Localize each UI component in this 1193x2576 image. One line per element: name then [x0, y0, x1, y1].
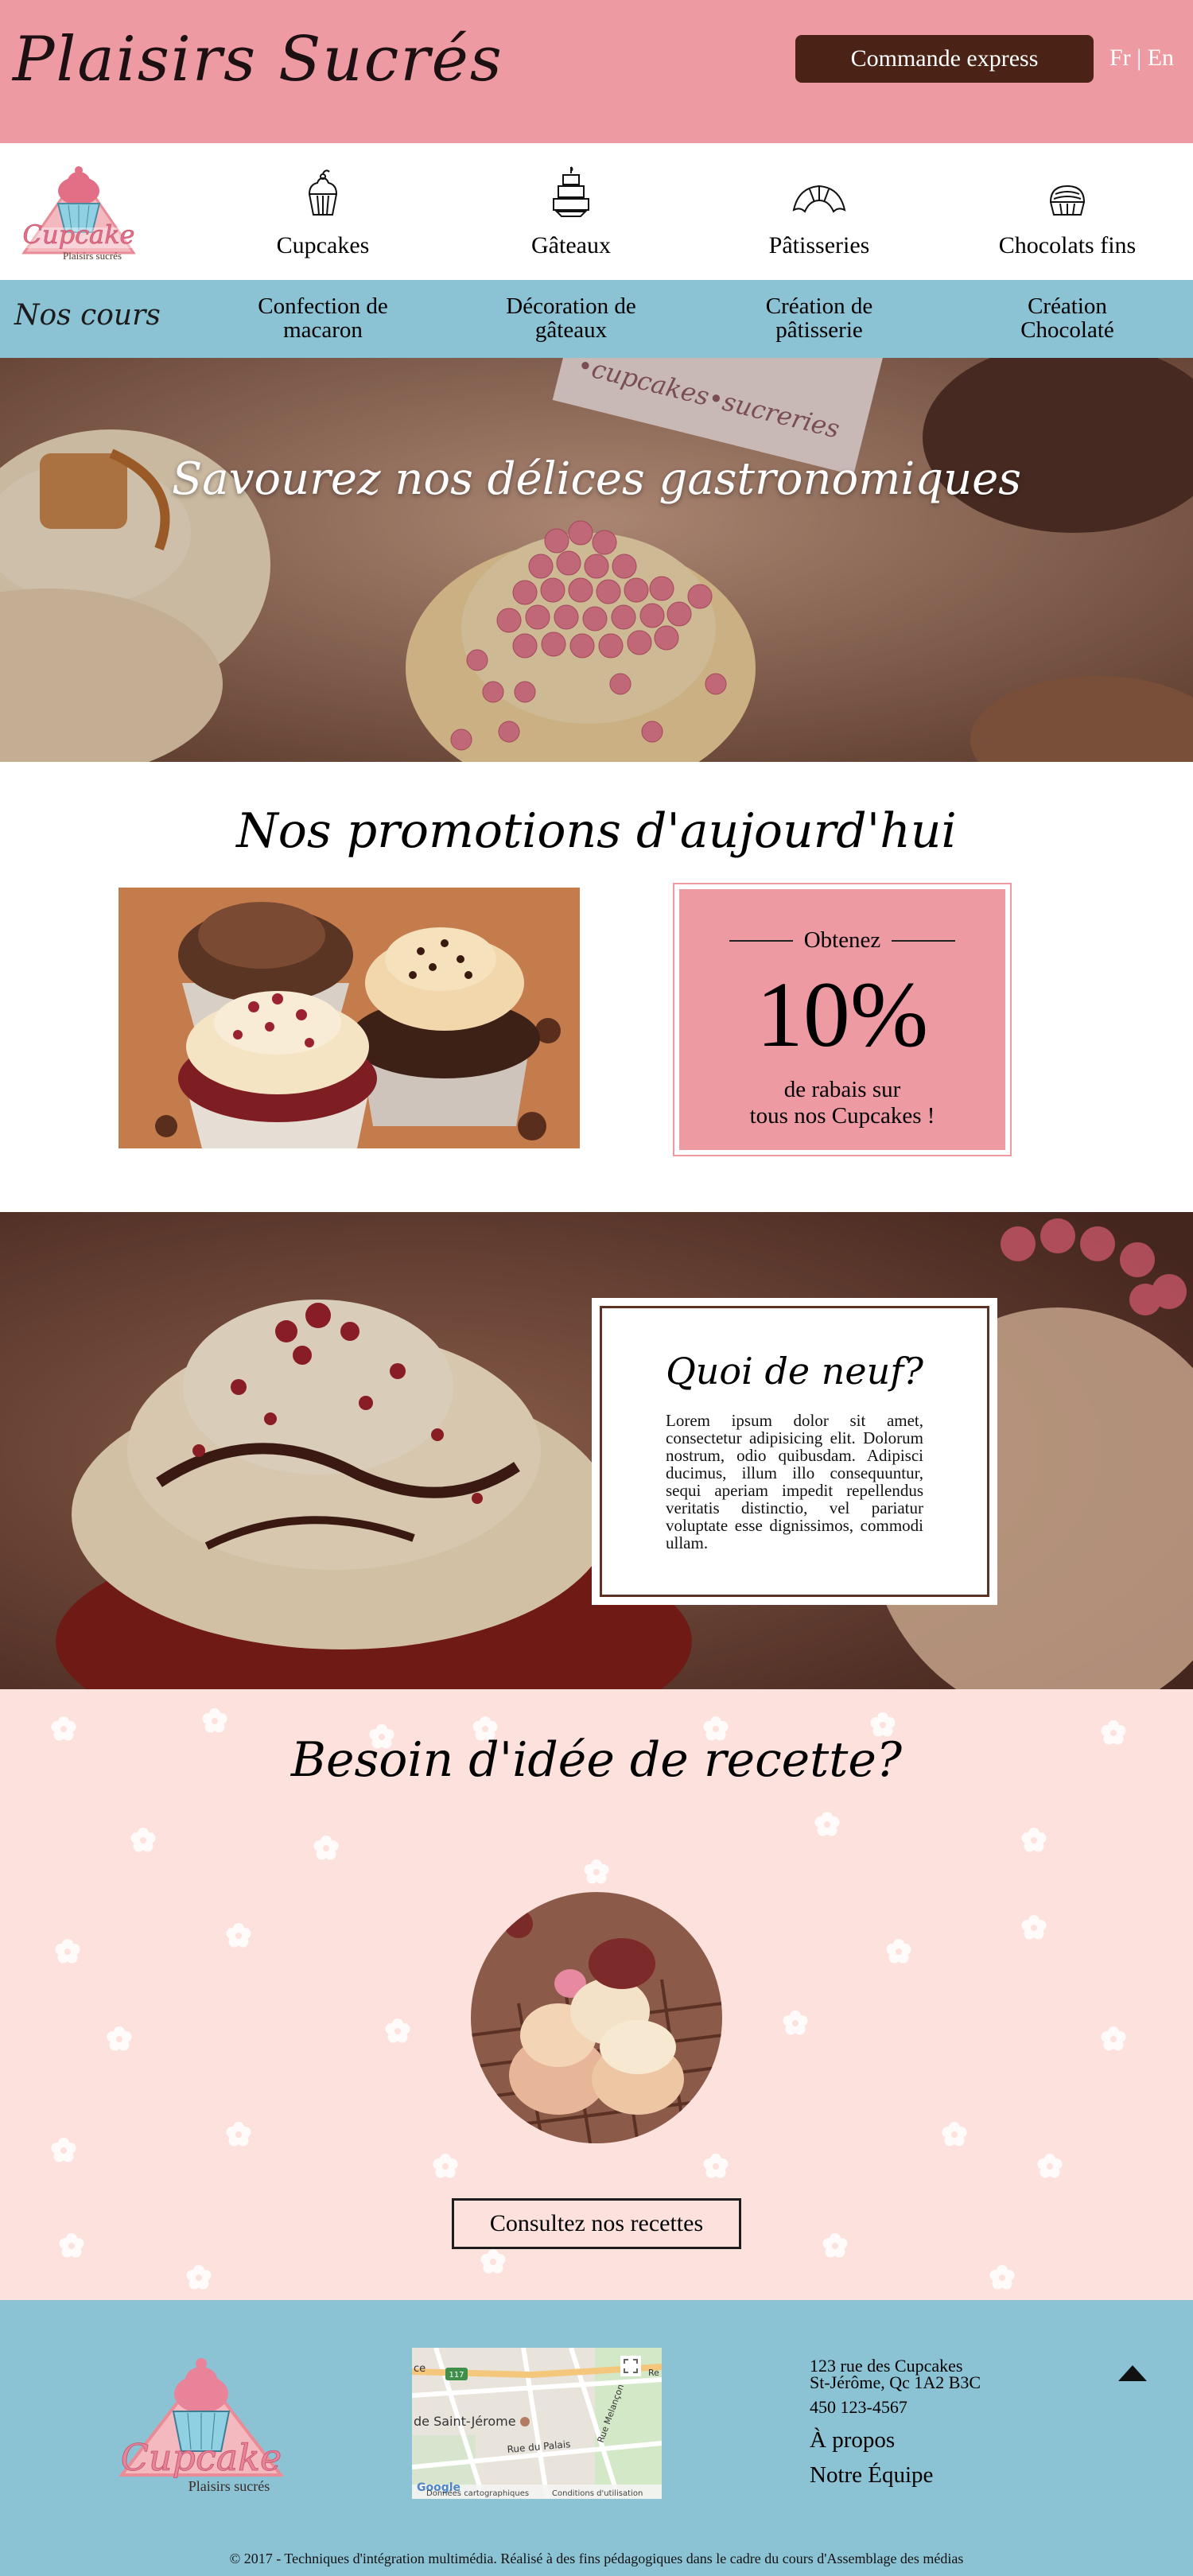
- promotion-image: [119, 888, 580, 1148]
- category-label: Chocolats fins: [998, 232, 1137, 258]
- category-cupcakes[interactable]: Cupcakes: [220, 167, 426, 259]
- cake-icon: [553, 166, 589, 217]
- category-label: Pâtisseries: [768, 232, 870, 258]
- footer-address: 123 rue des Cupcakes St-Jérôme, Qc 1A2 B…: [810, 2357, 981, 2391]
- category-gateaux[interactable]: Gâteaux: [468, 166, 674, 259]
- course-line2: pâtisserie: [775, 317, 863, 343]
- promotion-line2: tous nos Cupcakes !: [749, 1103, 935, 1129]
- hero-cupcakes-image: •cupcakes•sucreries: [0, 358, 1193, 762]
- hero-tagline: Savourez nos délices gastronomiques: [171, 453, 1022, 505]
- footer-phone[interactable]: 450 123-4567: [810, 2397, 907, 2418]
- course-decoration-gateaux[interactable]: Décoration de gâteaux: [468, 294, 674, 342]
- site-brand-title[interactable]: Plaisirs Sucrés: [13, 24, 503, 95]
- promotion-percent: 10%: [756, 962, 929, 1067]
- course-line1: Décoration de: [506, 293, 636, 319]
- chocolate-icon: [1049, 185, 1086, 216]
- course-creation-chocolate[interactable]: Création Chocolaté: [964, 294, 1171, 342]
- category-patisseries[interactable]: Pâtisseries: [716, 167, 923, 259]
- express-order-button[interactable]: Commande express: [795, 35, 1094, 83]
- news-title: Quoi de neuf?: [666, 1350, 923, 1393]
- address-line1: 123 rue des Cupcakes: [810, 2356, 963, 2376]
- map-city-label: de Saint-Jérome: [414, 2414, 516, 2429]
- recipes-title: Besoin d'idée de recette?: [290, 1732, 903, 1788]
- course-line2: macaron: [283, 317, 363, 343]
- course-line2: Chocolaté: [1020, 317, 1114, 343]
- course-macaron[interactable]: Confection de macaron: [220, 294, 426, 342]
- back-to-top-icon[interactable]: [1117, 2364, 1148, 2383]
- promotion-line1: de rabais sur: [783, 1077, 901, 1102]
- map-data-link: Données cartographiques: [426, 2489, 529, 2498]
- course-line1: Confection de: [258, 293, 388, 319]
- footer-logo-name-text: Cupcake: [121, 2436, 282, 2479]
- news-section: Quoi de neuf? Lorem ipsum dolor sit amet…: [0, 1212, 1193, 1689]
- logo-name-text: Cupcake: [23, 220, 135, 250]
- recipe-cupcakes-image: [471, 1892, 722, 2143]
- cupcake-icon: [308, 169, 338, 216]
- promotion-card[interactable]: Obtenez 10% de rabais sur tous nos Cupca…: [673, 883, 1012, 1156]
- promotion-obtenez: Obtenez: [679, 927, 1005, 954]
- footer-logo-tagline-text: Plaisirs sucrés: [188, 2478, 270, 2494]
- map-edge-label: Re: [648, 2368, 659, 2378]
- news-body: Lorem ipsum dolor sit amet, consectetur …: [666, 1411, 923, 1552]
- site-footer: Cupcake Plaisirs sucrés 117 ce de Saint-…: [0, 2300, 1193, 2576]
- map-tiles: 117 ce de Saint-Jérome Rue du Palais Rue…: [412, 2348, 662, 2499]
- location-map[interactable]: 117 ce de Saint-Jérome Rue du Palais Rue…: [412, 2348, 662, 2499]
- courses-title: Nos cours: [14, 299, 161, 332]
- footer-about-link[interactable]: À propos: [810, 2427, 895, 2454]
- copyright-text: © 2017 - Techniques d'intégration multim…: [229, 2551, 964, 2566]
- course-line1: Création: [1028, 293, 1107, 319]
- map-prefix: ce: [414, 2363, 426, 2375]
- view-recipes-button[interactable]: Consultez nos recettes: [452, 2198, 741, 2249]
- logo-tagline-text: Plaisirs sucrés: [63, 250, 122, 262]
- category-label: Cupcakes: [276, 232, 370, 258]
- lang-fr-link[interactable]: Fr: [1109, 45, 1131, 71]
- decor-line-right: [892, 939, 956, 942]
- courses-nav: Nos cours Confection de macaron Décorati…: [0, 280, 1193, 358]
- promotion-cupcakes-image: [119, 888, 580, 1148]
- address-line2: St-Jérôme, Qc 1A2 B3C: [810, 2372, 981, 2392]
- recipe-image[interactable]: [471, 1892, 722, 2143]
- hero-banner: •cupcakes•sucreries Savourez nos délices…: [0, 358, 1193, 762]
- footer-cupcake-logo[interactable]: Cupcake Plaisirs sucrés: [110, 2348, 293, 2499]
- croissant-icon: [792, 185, 846, 213]
- decor-line-left: [729, 939, 793, 942]
- site-header: Plaisirs Sucrés Commande express Fr | En: [0, 0, 1193, 143]
- course-line1: Création de: [765, 293, 873, 319]
- footer-team-link[interactable]: Notre Équipe: [810, 2462, 933, 2489]
- course-line2: gâteaux: [534, 317, 608, 343]
- recipes-section: Besoin d'idée de recette? Consultez nos …: [0, 1689, 1193, 2300]
- promotion-details: de rabais sur tous nos Cupcakes !: [679, 1077, 1005, 1129]
- language-switcher: Fr | En: [1109, 45, 1174, 72]
- category-chocolats[interactable]: Chocolats fins: [964, 167, 1171, 259]
- promotion-obtenez-text: Obtenez: [803, 927, 881, 953]
- lang-en-link[interactable]: En: [1148, 45, 1174, 71]
- course-creation-patisserie[interactable]: Création de pâtisserie: [716, 294, 923, 342]
- cupcake-logo[interactable]: Cupcake Plaisirs sucrés: [14, 159, 143, 262]
- category-label: Gâteaux: [531, 232, 611, 258]
- promotions-title: Nos promotions d'aujourd'hui: [236, 803, 957, 859]
- category-nav: Cupcake Plaisirs sucrés Cupcakes Gâteaux: [0, 143, 1193, 280]
- news-card: Quoi de neuf? Lorem ipsum dolor sit amet…: [592, 1298, 997, 1605]
- map-route-number: 117: [449, 2371, 464, 2380]
- map-terms-link: Conditions d'utilisation: [552, 2489, 643, 2498]
- lang-separator: |: [1137, 45, 1142, 71]
